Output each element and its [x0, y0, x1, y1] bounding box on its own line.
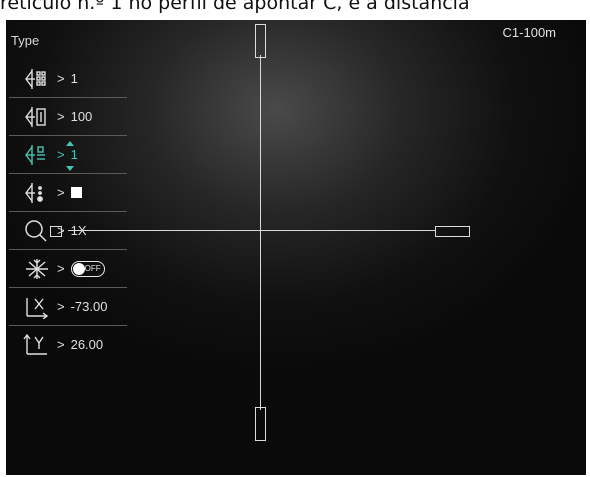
reticle-top-bar[interactable]: [255, 24, 266, 58]
y-coordinate-value: 26.00: [70, 337, 104, 352]
menu-arrow: >: [57, 71, 65, 86]
stepper-up-icon[interactable]: [66, 141, 74, 146]
menu-arrow: >: [57, 147, 65, 162]
reticle-distance-icon: [21, 103, 53, 131]
reticle-vertical-line: [260, 55, 261, 410]
toggle-knob: [72, 262, 85, 275]
menu-row-freeze[interactable]: > OFF: [9, 250, 127, 288]
menu-row-y-coordinate[interactable]: > 26.00: [9, 326, 127, 363]
zoom-icon: [21, 217, 53, 245]
freeze-toggle[interactable]: OFF: [70, 260, 105, 277]
reticle-color-icon: [21, 179, 53, 207]
reticle-style-icon: [21, 65, 53, 93]
toggle-label: OFF: [84, 263, 101, 273]
menu-row-reticle-style[interactable]: > 1: [9, 60, 127, 98]
menu-arrow: >: [57, 109, 65, 124]
reticle-bottom-bar[interactable]: [255, 407, 266, 441]
page-caption: retículo n.º 1 no perfil de apontar C, e…: [0, 0, 470, 14]
profile-label: C1-100m: [502, 25, 556, 40]
x-coordinate-value: -73.00: [70, 299, 108, 314]
reticle-number-icon: [21, 141, 53, 169]
zoom-value: 1X: [70, 223, 87, 238]
scope-screen: Type C1-100m > 1 > 100 > 1 > > 1X > OFF …: [6, 20, 586, 475]
reticle-right-bar[interactable]: [435, 226, 470, 237]
reticle-style-value: 1: [70, 71, 78, 86]
menu-row-zoom[interactable]: > 1X: [9, 212, 127, 250]
settings-menu: > 1 > 100 > 1 > > 1X > OFF > -73.00 > 26…: [9, 60, 127, 363]
menu-row-x-coordinate[interactable]: > -73.00: [9, 288, 127, 326]
reticle-color-swatch: [70, 187, 82, 198]
menu-arrow: >: [57, 337, 65, 352]
menu-arrow: >: [57, 185, 65, 200]
freeze-icon: [21, 255, 53, 283]
x-coordinate-icon: [21, 293, 53, 321]
menu-row-reticle-color[interactable]: >: [9, 174, 127, 212]
stepper-down-icon[interactable]: [66, 166, 74, 171]
type-label: Type: [11, 33, 40, 48]
menu-arrow: >: [57, 261, 65, 276]
value-stepper[interactable]: [66, 141, 78, 171]
menu-row-reticle-distance[interactable]: > 100: [9, 98, 127, 136]
menu-row-reticle-number[interactable]: > 1: [9, 136, 127, 174]
y-coordinate-icon: [21, 331, 53, 359]
menu-arrow: >: [57, 223, 65, 238]
reticle-distance-value: 100: [70, 109, 93, 124]
menu-arrow: >: [57, 299, 65, 314]
